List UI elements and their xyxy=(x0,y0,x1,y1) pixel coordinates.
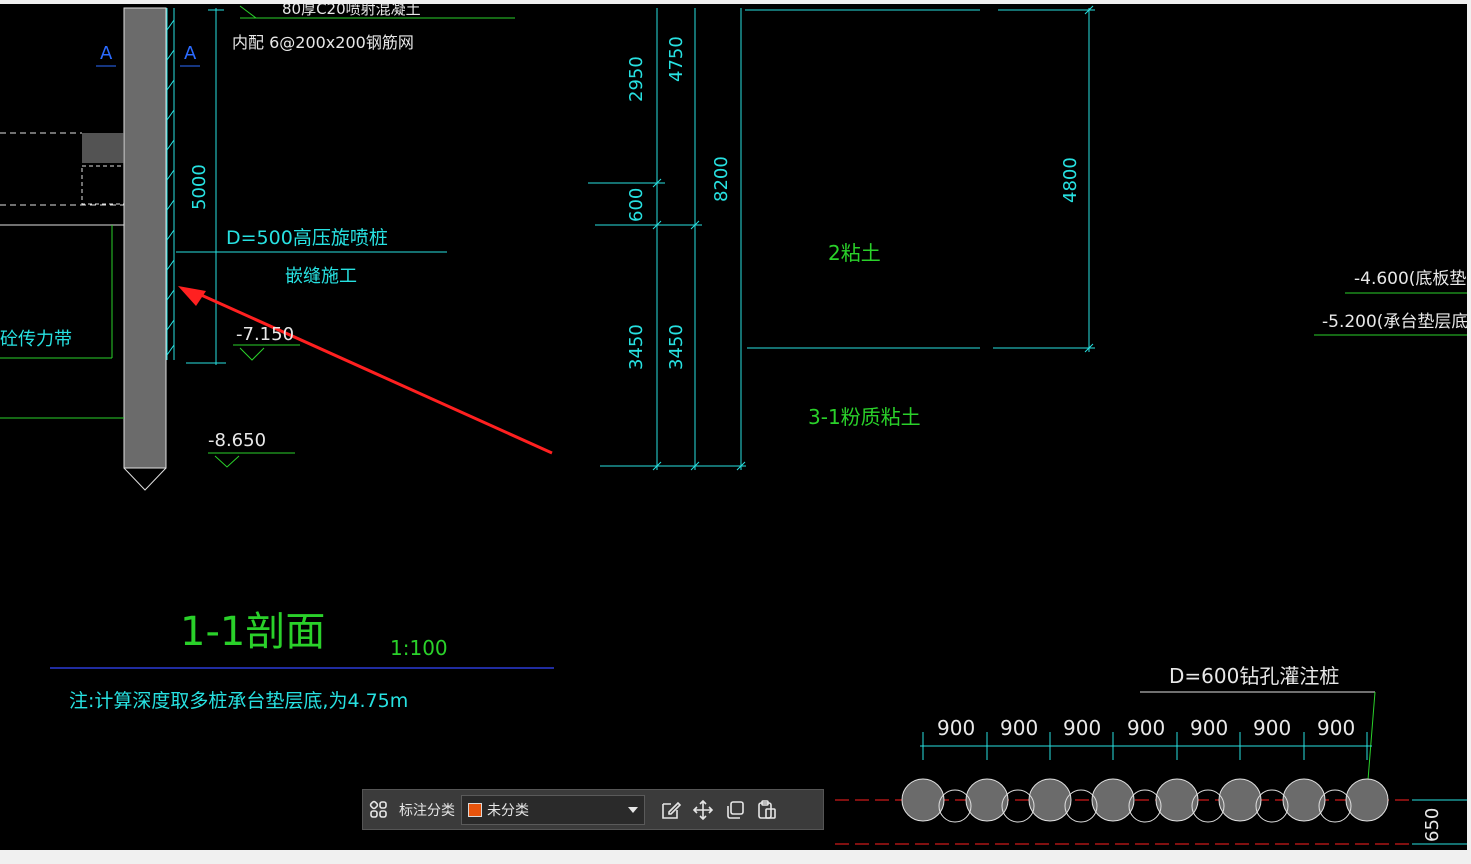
category-select-value: 未分类 xyxy=(487,802,529,819)
window-top-edge xyxy=(0,0,1471,4)
copy-icon[interactable] xyxy=(719,794,751,826)
annotation-arrow-head xyxy=(178,286,206,306)
dim-650: 650 xyxy=(1422,807,1443,842)
move-icon[interactable] xyxy=(687,794,719,826)
bored-pile-label: D=600钻孔灌注桩 xyxy=(1169,664,1340,688)
elevation-5200: -5.200(承台垫层底) xyxy=(1322,312,1471,332)
dim-3450-b: 3450 xyxy=(666,324,687,370)
cad-canvas[interactable]: A A 80厚C20喷射混凝土 内配 6@200x200钢筋网 5000 D=5… xyxy=(0,0,1471,864)
annotation-arrow-line xyxy=(189,288,553,455)
category-color-swatch xyxy=(468,802,482,817)
pile-tip xyxy=(123,467,167,491)
note-top-1: 80厚C20喷射混凝土 xyxy=(282,0,421,18)
section-title: 1-1剖面 xyxy=(180,609,326,655)
dim-8200: 8200 xyxy=(711,156,732,202)
grid-icon[interactable] xyxy=(363,794,395,826)
spacing-4: 900 xyxy=(1127,716,1166,740)
left-band-label: 砼传力带 xyxy=(0,329,72,350)
spacing-6: 900 xyxy=(1253,716,1292,740)
dim-600: 600 xyxy=(626,187,647,222)
edit-icon[interactable] xyxy=(655,794,687,826)
window-right-edge xyxy=(1467,0,1471,850)
dim-2950: 2950 xyxy=(626,56,647,102)
window-bottom-edge xyxy=(0,850,1471,864)
elevation-4600: -4.600(底板垫层 xyxy=(1354,269,1471,289)
spacing-3: 900 xyxy=(1063,716,1102,740)
calc-note: 注:计算深度取多桩承台垫层底,为4.75m xyxy=(69,690,409,712)
soil-layer-2: 2粘土 xyxy=(828,241,881,265)
pile-label: D=500高压旋喷桩 xyxy=(226,227,388,249)
dim-4800: 4800 xyxy=(1060,157,1081,203)
scale-label: 1:100 xyxy=(390,636,448,660)
spacing-2: 900 xyxy=(1000,716,1039,740)
pile-body xyxy=(123,7,167,469)
spacing-7: 900 xyxy=(1317,716,1356,740)
soil-layer-3-1: 3-1粉质粘土 xyxy=(808,405,921,429)
section-mark-left: A xyxy=(100,43,113,64)
dim-4750: 4750 xyxy=(666,36,687,82)
note-top-2: 内配 6@200x200钢筋网 xyxy=(232,33,414,52)
pile-sub-label: 嵌缝施工 xyxy=(285,266,357,287)
section-mark-right: A xyxy=(184,43,197,64)
chevron-down-icon xyxy=(628,806,638,813)
spacing-1: 900 xyxy=(937,716,976,740)
dim-5000: 5000 xyxy=(189,164,210,210)
annotation-toolbar: 标注分类 未分类 xyxy=(362,789,824,830)
elevation-7150: -7.150 xyxy=(236,324,295,345)
paste-icon[interactable] xyxy=(751,794,783,826)
category-select[interactable]: 未分类 xyxy=(461,794,645,825)
elevation-8650: -8.650 xyxy=(208,430,267,451)
spacing-5: 900 xyxy=(1190,716,1229,740)
dim-3450-a: 3450 xyxy=(626,324,647,370)
category-label: 标注分类 xyxy=(399,802,455,819)
